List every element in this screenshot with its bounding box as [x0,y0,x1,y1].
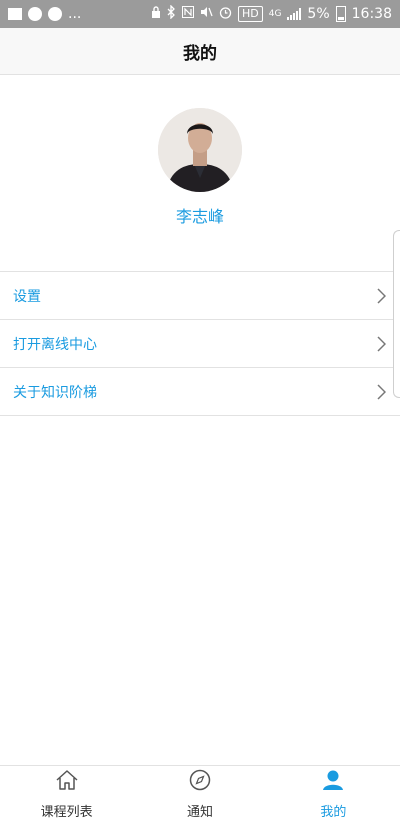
battery-percent: 5% [307,6,330,22]
status-time: 16:38 [351,6,392,22]
person-icon [322,769,344,795]
menu-item-label: 打开离线中心 [13,336,97,353]
profile-name[interactable]: 李志峰 [0,203,400,227]
tab-notifications[interactable]: 通知 [133,766,266,822]
bluetooth-icon [167,4,176,23]
tab-label: 课程列表 [40,804,93,820]
menu-item-about[interactable]: 关于知识阶梯 [0,368,400,416]
menu-item-settings[interactable]: 设置 [0,272,400,320]
home-icon [55,769,79,795]
alarm-icon [219,6,232,23]
tab-course-list[interactable]: 课程列表 [0,766,133,822]
mute-icon [200,6,213,22]
tab-me[interactable]: 我的 [267,766,400,822]
menu-item-offline-center[interactable]: 打开离线中心 [0,320,400,368]
status-bar-right: HD 4G 5% 16:38 [151,4,392,23]
compass-icon [189,769,211,795]
edge-panel-handle[interactable] [393,230,400,398]
status-bar-left: ... [8,6,81,22]
page-title: 我的 [183,43,217,64]
status-ellipsis: ... [68,6,82,22]
navigation-icon [48,7,62,21]
chevron-right-icon [377,287,386,304]
menu-item-label: 关于知识阶梯 [13,384,97,401]
chevron-right-icon [377,335,386,352]
navigation-icon [28,7,42,21]
network-type: 4G [268,9,282,19]
chevron-right-icon [377,383,386,400]
signal-icon [287,8,302,20]
settings-menu: 设置 打开离线中心 关于知识阶梯 [0,271,400,416]
nfc-icon [181,6,194,22]
image-icon [8,8,22,20]
menu-item-label: 设置 [13,288,41,305]
avatar[interactable] [158,108,242,192]
battery-icon [335,6,346,22]
bottom-tab-bar: 课程列表 通知 我的 [0,765,400,822]
status-bar: ... HD 4G 5% 16:38 [0,0,400,28]
hd-badge: HD [237,6,263,22]
lock-icon [151,5,161,23]
tab-label: 通知 [186,804,213,820]
tab-label: 我的 [320,804,347,820]
page-header: 我的 [0,28,400,75]
